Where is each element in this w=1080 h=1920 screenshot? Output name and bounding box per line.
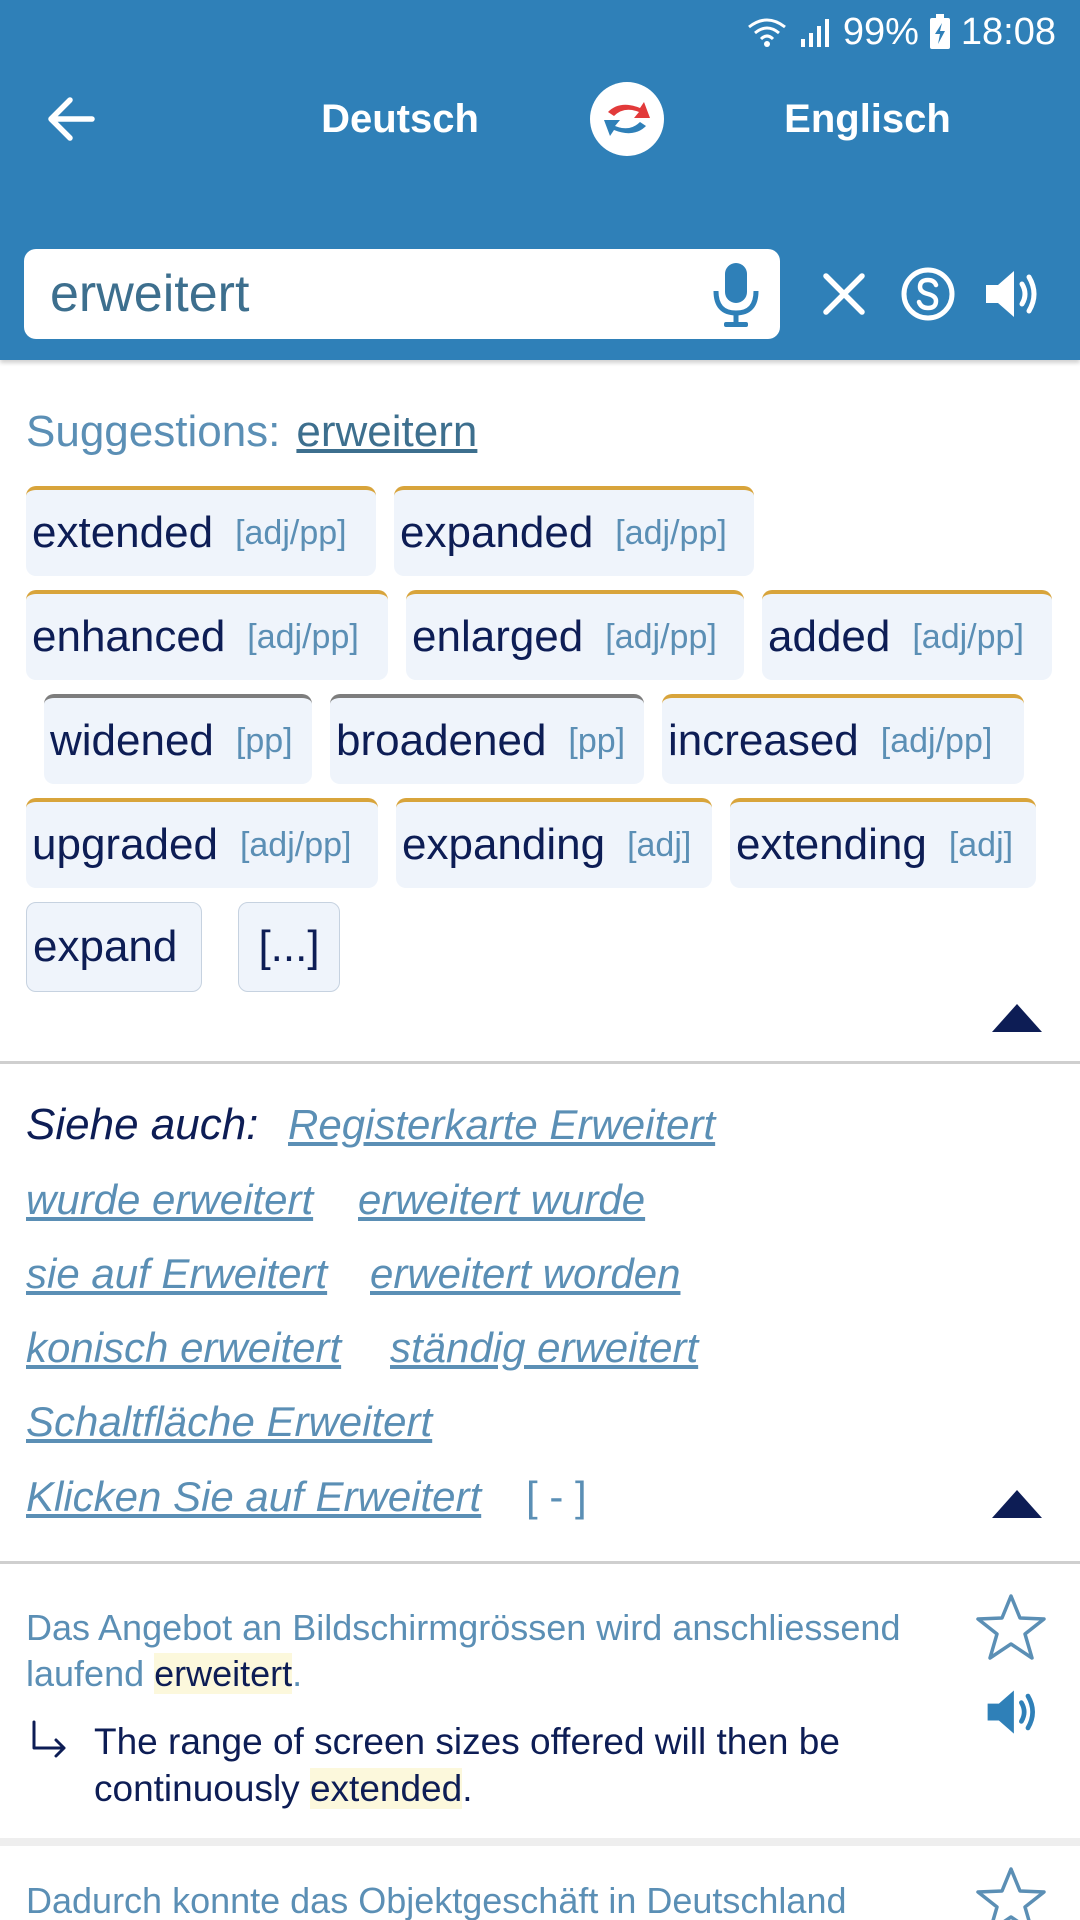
- translation-word: widened: [50, 716, 214, 765]
- translation-chip[interactable]: expanding [adj]: [396, 798, 712, 888]
- translation-word: increased: [668, 716, 859, 765]
- pronounce-button[interactable]: [980, 262, 1044, 326]
- example-separator: [0, 1838, 1080, 1846]
- translation-word: upgraded: [32, 820, 218, 869]
- example-text: .: [292, 1653, 303, 1694]
- highlighted-term: extended: [309, 1768, 463, 1809]
- star-outline-icon: [976, 1867, 1046, 1920]
- microphone-icon: [713, 263, 759, 327]
- see-also-link[interactable]: ständig erweitert: [390, 1321, 698, 1375]
- swap-languages-icon: [604, 102, 650, 136]
- arrow-left-icon: [48, 97, 95, 141]
- wifi-icon: [747, 18, 786, 47]
- s-circle-icon: [901, 267, 955, 321]
- target-language[interactable]: Englisch: [780, 92, 955, 146]
- word-type: [adj/pp]: [235, 513, 347, 552]
- word-type: [adj/pp]: [880, 721, 993, 760]
- example-text: .: [462, 1768, 473, 1809]
- close-icon: [823, 273, 865, 315]
- battery-icon: [929, 14, 950, 49]
- battery-percent: 99%: [842, 11, 919, 53]
- translation-chip[interactable]: broadened [pp]: [330, 694, 644, 784]
- suggestions-label: Suggestions:: [26, 407, 281, 456]
- section-divider: [0, 1061, 1080, 1064]
- see-also-link[interactable]: konisch erweitert: [26, 1321, 341, 1375]
- triangle-up-icon: [992, 1490, 1042, 1518]
- see-also-link[interactable]: wurde erweitert: [26, 1173, 313, 1227]
- example-translation-text: The range of screen sizes offered will t…: [94, 1718, 934, 1812]
- back-button[interactable]: [40, 88, 102, 150]
- example-speaker-button[interactable]: [982, 1682, 1042, 1742]
- translation-chip[interactable]: expanded [adj/pp]: [394, 486, 754, 576]
- translation-word: expanded: [400, 508, 594, 557]
- translation-chip[interactable]: widened [pp]: [44, 694, 312, 784]
- translation-word: extending: [736, 820, 927, 869]
- word-type: [adj/pp]: [615, 513, 727, 552]
- favorite-button[interactable]: [974, 1864, 1048, 1920]
- word-type: [adj]: [627, 825, 692, 864]
- translation-word: broadened: [336, 716, 547, 765]
- see-also-link[interactable]: Klicken Sie auf Erweitert: [26, 1470, 481, 1524]
- more-translations-button[interactable]: [...]: [238, 902, 340, 992]
- see-also-link[interactable]: Schaltfläche Erweitert: [26, 1395, 432, 1449]
- translation-word: expanding: [402, 820, 606, 869]
- clock: 18:08: [960, 11, 1056, 53]
- speaker-icon: [986, 271, 1037, 317]
- see-also-link[interactable]: sie auf Erweitert: [26, 1247, 327, 1301]
- search-box: [24, 249, 780, 339]
- more-translations-label: [...]: [258, 922, 320, 971]
- translation-chip[interactable]: extended [adj/pp]: [26, 486, 376, 576]
- word-type: [adj/pp]: [912, 617, 1024, 656]
- translation-word: added: [768, 612, 891, 661]
- search-input[interactable]: [50, 257, 690, 331]
- star-outline-icon: [976, 1594, 1046, 1660]
- app-header: 99% 18:08 Deutsch Englisch: [0, 0, 1080, 360]
- favorite-button[interactable]: [974, 1591, 1048, 1665]
- voice-search-button[interactable]: [706, 259, 766, 331]
- collapse-see-also-button[interactable]: [990, 1486, 1044, 1522]
- status-bar: 99% 18:08: [0, 0, 1080, 64]
- translation-word: enlarged: [412, 612, 584, 661]
- suggestion-link[interactable]: erweitern: [296, 407, 477, 456]
- translation-chip[interactable]: extending [adj]: [730, 798, 1036, 888]
- collapse-see-also-link[interactable]: [ - ]: [526, 1470, 587, 1524]
- translation-word: extended: [32, 508, 214, 557]
- example-text: Dadurch konnte das Objektgeschäft in Deu…: [26, 1880, 847, 1920]
- word-type: [adj/pp]: [239, 825, 352, 864]
- translation-chip[interactable]: enlarged [adj/pp]: [406, 590, 744, 680]
- highlighted-term: erweitert: [154, 1653, 293, 1694]
- translation-chip[interactable]: expand: [26, 902, 202, 992]
- source-language[interactable]: Deutsch: [320, 92, 480, 146]
- translation-chip[interactable]: added [adj/pp]: [762, 590, 1052, 680]
- swap-languages-button[interactable]: [590, 82, 664, 156]
- see-also-link[interactable]: Registerkarte Erweitert: [288, 1098, 715, 1152]
- translation-word: enhanced: [32, 612, 226, 661]
- example-source-text: Dadurch konnte das Objektgeschäft in Deu…: [26, 1878, 926, 1920]
- collapse-translations-button[interactable]: [990, 1000, 1044, 1036]
- signal-icon: [800, 19, 829, 47]
- suggestions-line: Suggestions: erweitern: [26, 400, 477, 464]
- word-type: [adj/pp]: [247, 617, 359, 656]
- word-type: [adj/pp]: [605, 617, 717, 656]
- word-type: [pp]: [568, 721, 626, 760]
- return-arrow-icon: [32, 1720, 66, 1758]
- section-divider: [0, 1561, 1080, 1564]
- s-button[interactable]: [896, 262, 960, 326]
- see-also-label: Siehe auch:: [26, 1100, 259, 1149]
- translation-chip[interactable]: upgraded [adj/pp]: [26, 798, 378, 888]
- triangle-up-icon: [992, 1004, 1042, 1032]
- see-also-link[interactable]: erweitert worden: [370, 1247, 680, 1301]
- speaker-icon: [987, 1690, 1035, 1734]
- clear-search-button[interactable]: [812, 262, 876, 326]
- dictionary-app: 99% 18:08 Deutsch Englisch erweitert Sug…: [0, 0, 1080, 1920]
- word-type: [adj]: [948, 825, 1014, 864]
- translation-chip[interactable]: increased [adj/pp]: [662, 694, 1024, 784]
- translation-chip[interactable]: enhanced [adj/pp]: [26, 590, 388, 680]
- word-type: [pp]: [235, 721, 293, 760]
- example-source-text: Das Angebot an Bildschirmgrössen wird an…: [26, 1605, 926, 1697]
- see-also-link[interactable]: erweitert wurde: [358, 1173, 645, 1227]
- translation-word: expand: [33, 922, 178, 971]
